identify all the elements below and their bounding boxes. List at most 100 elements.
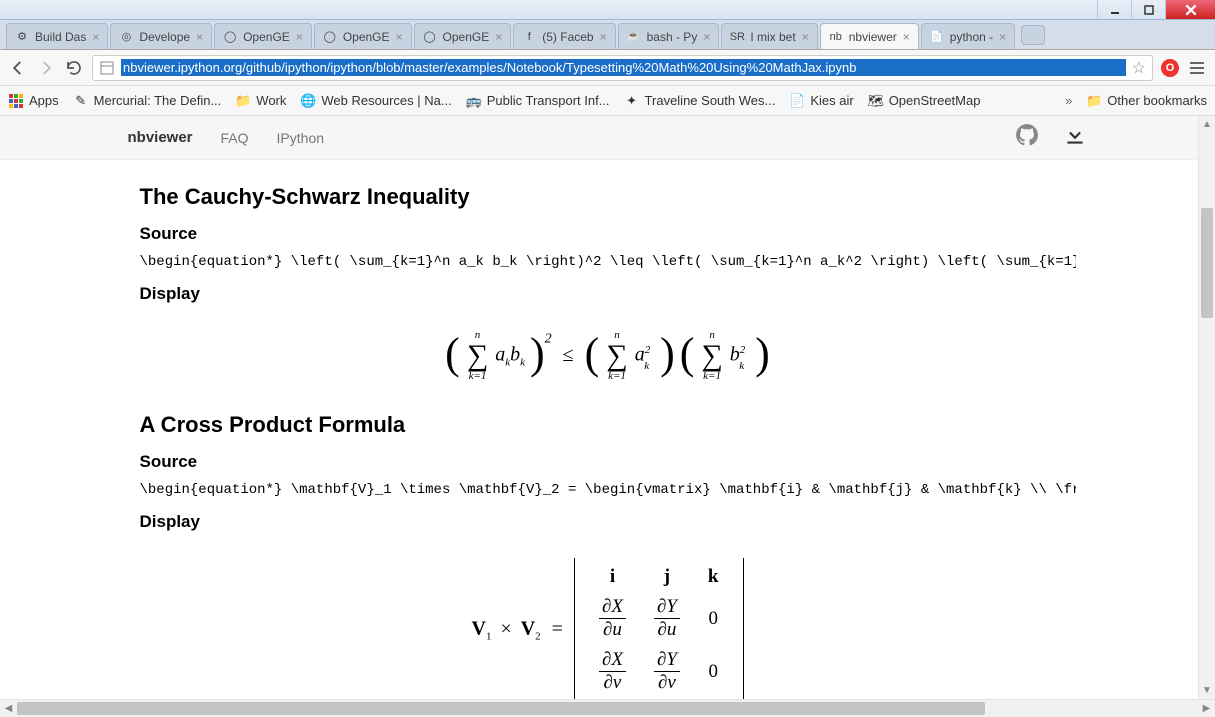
tab-close-icon[interactable]: × bbox=[600, 30, 607, 44]
tab-favicon: ◯ bbox=[423, 30, 437, 44]
tab-title: Build Das bbox=[35, 30, 86, 44]
url-text[interactable]: nbviewer.ipython.org/github/ipython/ipyt… bbox=[121, 59, 1126, 76]
bookmark-icon: 🗺 bbox=[868, 93, 884, 109]
nbviewer-link-ipython[interactable]: IPython bbox=[277, 130, 324, 146]
other-bookmarks-label: Other bookmarks bbox=[1107, 93, 1207, 108]
bookmark-star-icon[interactable]: ☆ bbox=[1132, 58, 1146, 78]
scroll-down-arrow[interactable]: ▼ bbox=[1199, 682, 1215, 699]
back-button[interactable] bbox=[8, 58, 28, 78]
github-icon[interactable] bbox=[1014, 122, 1040, 153]
nbviewer-brand[interactable]: nbviewer bbox=[128, 129, 193, 146]
page-viewport: nbviewer FAQ IPython The Cauchy-Schwarz … bbox=[0, 116, 1215, 699]
address-bar[interactable]: nbviewer.ipython.org/github/ipython/ipyt… bbox=[92, 55, 1153, 81]
latex-source-2: \begin{equation*} \mathbf{V}_1 \times \m… bbox=[140, 482, 1076, 498]
equation-cross-product: V1 × V2 = ijk ∂X∂u ∂Y∂u 0 ∂X∂v ∂Y∂v 0 bbox=[140, 542, 1076, 699]
horizontal-scrollbar[interactable]: ◀ ▶ bbox=[0, 699, 1215, 717]
browser-tab[interactable]: ◯ OpenGE × bbox=[314, 23, 412, 49]
tab-title: bash - Py bbox=[647, 30, 698, 44]
vertical-scrollbar[interactable]: ▲ ▼ bbox=[1198, 116, 1215, 699]
browser-tab[interactable]: nb nbviewer × bbox=[820, 23, 919, 49]
bookmark-label: Web Resources | Na... bbox=[321, 93, 451, 108]
site-info-icon[interactable] bbox=[99, 60, 115, 76]
apps-label: Apps bbox=[29, 93, 59, 108]
tab-close-icon[interactable]: × bbox=[903, 30, 910, 44]
tab-close-icon[interactable]: × bbox=[196, 30, 203, 44]
tab-close-icon[interactable]: × bbox=[703, 30, 710, 44]
browser-tab[interactable]: SR I mix bet × bbox=[721, 23, 817, 49]
download-icon[interactable] bbox=[1062, 122, 1088, 153]
window-close-button[interactable] bbox=[1165, 0, 1215, 19]
window-minimize-button[interactable] bbox=[1097, 0, 1131, 19]
tab-favicon: nb bbox=[829, 30, 843, 44]
scroll-up-arrow[interactable]: ▲ bbox=[1199, 116, 1215, 133]
browser-tab[interactable]: ◎ Develope × bbox=[110, 23, 212, 49]
new-tab-button[interactable] bbox=[1021, 25, 1045, 45]
latex-source-1: \begin{equation*} \left( \sum_{k=1}^n a_… bbox=[140, 254, 1076, 270]
bookmark-icon: 🚌 bbox=[466, 93, 482, 109]
tab-title: OpenGE bbox=[343, 30, 390, 44]
browser-tab[interactable]: ◯OpenGE× bbox=[214, 23, 312, 49]
bookmarks-bar: Apps ✎Mercurial: The Defin... 📁 Work 🌐 Web R… bbox=[0, 86, 1215, 116]
window-maximize-button[interactable] bbox=[1131, 0, 1165, 19]
bookmark-item[interactable]: 🌐 Web Resources | Na... bbox=[300, 93, 451, 109]
horizontal-scroll-thumb[interactable] bbox=[17, 702, 985, 715]
bookmark-item[interactable]: 📁 Work bbox=[235, 93, 286, 109]
vertical-scroll-thumb[interactable] bbox=[1201, 208, 1213, 318]
tab-title: I mix bet bbox=[750, 30, 795, 44]
browser-tab[interactable]: ◯ OpenGE × bbox=[414, 23, 512, 49]
tab-title: nbviewer bbox=[849, 30, 897, 44]
bookmark-label: Public Transport Inf... bbox=[487, 93, 610, 108]
bookmark-item[interactable]: ✦ Traveline South Wes... bbox=[624, 93, 776, 109]
tab-favicon: ⚙ bbox=[15, 30, 29, 44]
browser-tab[interactable]: ⚙ Build Das × bbox=[6, 23, 108, 49]
bookmark-label: Traveline South Wes... bbox=[645, 93, 776, 108]
scroll-right-arrow[interactable]: ▶ bbox=[1198, 703, 1215, 714]
reload-button[interactable] bbox=[64, 58, 84, 78]
bookmark-item[interactable]: 📄 Kies air bbox=[789, 93, 853, 109]
tab-title: Develope bbox=[139, 30, 190, 44]
bookmark-icon: 📄 bbox=[789, 93, 805, 109]
chrome-menu-button[interactable] bbox=[1187, 58, 1207, 78]
bookmark-label: Kies air bbox=[810, 93, 853, 108]
tab-close-icon[interactable]: × bbox=[296, 30, 303, 44]
scroll-left-arrow[interactable]: ◀ bbox=[0, 703, 17, 714]
bookmark-label: Work bbox=[256, 93, 286, 108]
tab-close-icon[interactable]: × bbox=[495, 30, 502, 44]
browser-tab[interactable]: f (5) Faceb × bbox=[513, 23, 615, 49]
forward-button[interactable] bbox=[36, 58, 56, 78]
tab-close-icon[interactable]: × bbox=[802, 30, 809, 44]
tab-favicon: ◯ bbox=[323, 30, 337, 44]
notebook-body: The Cauchy-Schwarz Inequality Source \be… bbox=[128, 160, 1088, 699]
bookmarks-overflow-button[interactable]: » bbox=[1065, 93, 1072, 108]
bookmark-item[interactable]: ✎Mercurial: The Defin... bbox=[73, 93, 222, 109]
tab-favicon: 📄 bbox=[930, 30, 944, 44]
bookmark-item[interactable]: 🗺OpenStreetMap bbox=[868, 93, 981, 109]
nbviewer-header: nbviewer FAQ IPython bbox=[0, 116, 1215, 160]
browser-toolbar: nbviewer.ipython.org/github/ipython/ipyt… bbox=[0, 50, 1215, 86]
tab-favicon: ◎ bbox=[119, 30, 133, 44]
other-bookmarks-button[interactable]: 📁 Other bookmarks bbox=[1086, 93, 1207, 109]
tab-title: OpenGE bbox=[443, 30, 490, 44]
bookmark-icon: ✎ bbox=[73, 93, 89, 109]
nbviewer-link-faq[interactable]: FAQ bbox=[221, 130, 249, 146]
tab-title: python - bbox=[950, 30, 993, 44]
tab-favicon: ◯ bbox=[223, 30, 237, 44]
tab-close-icon[interactable]: × bbox=[999, 30, 1006, 44]
tab-title: (5) Faceb bbox=[542, 30, 593, 44]
adblock-icon[interactable]: O bbox=[1161, 59, 1179, 77]
heading-cauchy-schwarz: The Cauchy-Schwarz Inequality bbox=[140, 184, 1076, 210]
tab-favicon: f bbox=[522, 30, 536, 44]
bookmark-icon: ✦ bbox=[624, 93, 640, 109]
bookmark-icon: 🌐 bbox=[300, 93, 316, 109]
tab-close-icon[interactable]: × bbox=[92, 30, 99, 44]
browser-tab[interactable]: ☕ bash - Py × bbox=[618, 23, 720, 49]
folder-icon: 📁 bbox=[1086, 93, 1102, 109]
tab-close-icon[interactable]: × bbox=[396, 30, 403, 44]
apps-button[interactable]: Apps bbox=[8, 93, 59, 109]
bookmark-item[interactable]: 🚌 Public Transport Inf... bbox=[466, 93, 610, 109]
bookmark-icon: 📁 bbox=[235, 93, 251, 109]
browser-tab[interactable]: 📄 python - × bbox=[921, 23, 1015, 49]
heading-source-1: Source bbox=[140, 224, 1076, 244]
tab-favicon: ☕ bbox=[627, 30, 641, 44]
tab-favicon: SR bbox=[730, 30, 744, 44]
